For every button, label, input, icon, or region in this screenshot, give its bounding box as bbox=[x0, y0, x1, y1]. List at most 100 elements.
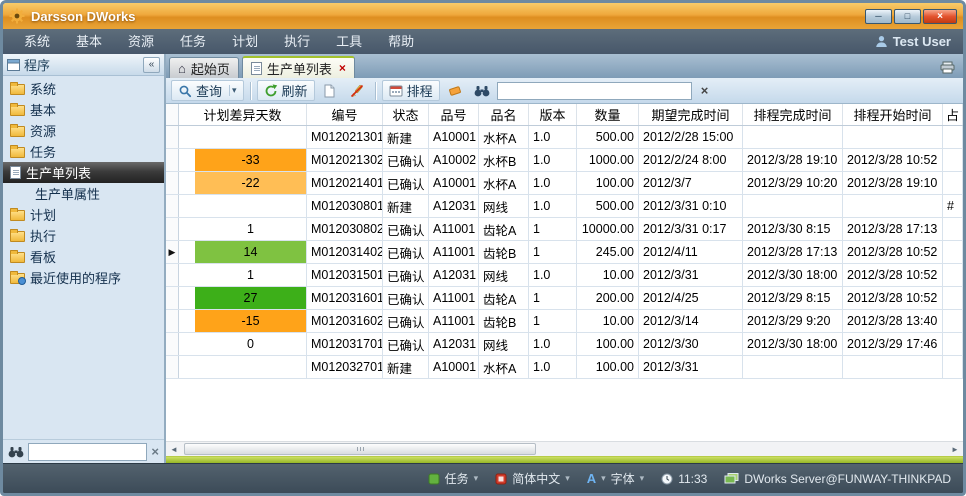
statusbar-server: DWorks Server@FUNWAY-THINKPAD bbox=[724, 472, 951, 486]
window-controls: ─ □ × bbox=[863, 9, 957, 24]
row-header-corner bbox=[166, 104, 179, 125]
new-document-button[interactable] bbox=[318, 80, 342, 101]
statusbar-language[interactable]: 简体中文 ▾ bbox=[495, 470, 570, 487]
folder-icon bbox=[10, 84, 25, 95]
maximize-button[interactable]: □ bbox=[894, 9, 921, 24]
app-body: 程序 « 系统基本资源任务生产单列表生产单属性计划执行看板最近使用的程序 × bbox=[3, 54, 963, 463]
column-header-占[interactable]: 占 bbox=[943, 104, 963, 125]
cell-占 bbox=[943, 241, 963, 263]
row-header-cell[interactable] bbox=[166, 310, 179, 332]
row-header-cell[interactable] bbox=[166, 172, 179, 194]
column-header-排程开始时间[interactable]: 排程开始时间 bbox=[843, 104, 943, 125]
edit-disabled-icon bbox=[350, 84, 364, 98]
font-dropdown-icon[interactable]: ▾ bbox=[640, 473, 645, 484]
row-header-cell[interactable] bbox=[166, 126, 179, 148]
menu-item-系统[interactable]: 系统 bbox=[11, 29, 63, 54]
user-area[interactable]: Test User bbox=[875, 34, 955, 49]
cell-编号: M012031501 bbox=[307, 264, 383, 286]
column-header-版本[interactable]: 版本 bbox=[529, 104, 577, 125]
grid-row[interactable]: -33M012021302已确认A10002水杯B1.01000.002012/… bbox=[166, 149, 963, 172]
tab-生产单列表[interactable]: 生产单列表× bbox=[242, 56, 355, 78]
statusbar-task[interactable]: 任务 ▾ bbox=[428, 470, 479, 487]
query-dropdown-icon[interactable]: ▾ bbox=[229, 85, 237, 96]
column-header-期望完成时间[interactable]: 期望完成时间 bbox=[639, 104, 743, 125]
sidebar-item-生产单列表[interactable]: 生产单列表 bbox=[3, 162, 164, 183]
refresh-button[interactable]: 刷新 bbox=[257, 80, 315, 101]
column-header-编号[interactable]: 编号 bbox=[307, 104, 383, 125]
toolbar-search-input[interactable] bbox=[497, 82, 692, 100]
menu-item-执行[interactable]: 执行 bbox=[271, 29, 323, 54]
sidebar-collapse-button[interactable]: « bbox=[143, 57, 160, 73]
grid-row[interactable]: 0M012031701已确认A12031网线1.0100.002012/3/30… bbox=[166, 333, 963, 356]
grid-row[interactable]: -22M012021401已确认A10001水杯A1.0100.002012/3… bbox=[166, 172, 963, 195]
server-label: DWorks Server@FUNWAY-THINKPAD bbox=[744, 472, 951, 486]
grid-row[interactable]: M012030801新建A12031网线1.0500.002012/3/31 0… bbox=[166, 195, 963, 218]
tab-起始页[interactable]: ⌂起始页 bbox=[169, 57, 239, 78]
cell-品名: 齿轮B bbox=[479, 241, 529, 263]
row-header-cell[interactable] bbox=[166, 218, 179, 240]
sidebar-item-资源[interactable]: 资源 bbox=[3, 120, 164, 141]
sidebar-item-基本[interactable]: 基本 bbox=[3, 99, 164, 120]
tab-close-icon[interactable]: × bbox=[339, 61, 346, 75]
schedule-button[interactable]: 排程 bbox=[382, 80, 440, 101]
toolbar-clear-icon[interactable]: × bbox=[695, 81, 715, 101]
menu-item-基本[interactable]: 基本 bbox=[63, 29, 115, 54]
task-dropdown-icon[interactable]: ▾ bbox=[474, 473, 479, 484]
sidebar-item-看板[interactable]: 看板 bbox=[3, 246, 164, 267]
column-header-状态[interactable]: 状态 bbox=[383, 104, 429, 125]
cell-品名: 水杯A bbox=[479, 126, 529, 148]
horizontal-scrollbar[interactable]: ◄ ► bbox=[166, 441, 963, 456]
eraser-button[interactable] bbox=[443, 80, 467, 101]
row-header-cell[interactable] bbox=[166, 149, 179, 171]
font-a-dropdown-icon[interactable]: ▾ bbox=[601, 473, 606, 484]
column-header-品号[interactable]: 品号 bbox=[429, 104, 479, 125]
row-header-cell[interactable] bbox=[166, 333, 179, 355]
grid-row[interactable]: 27M012031601已确认A11001齿轮A1200.002012/4/25… bbox=[166, 287, 963, 310]
printer-icon[interactable] bbox=[936, 61, 959, 74]
cell-版本: 1.0 bbox=[529, 356, 577, 378]
column-header-品名[interactable]: 品名 bbox=[479, 104, 529, 125]
grid-row[interactable]: -15M012031602已确认A11001齿轮B110.002012/3/14… bbox=[166, 310, 963, 333]
row-header-cell[interactable] bbox=[166, 264, 179, 286]
sidebar-item-计划[interactable]: 计划 bbox=[3, 204, 164, 225]
row-header-cell[interactable] bbox=[166, 195, 179, 217]
menu-item-工具[interactable]: 工具 bbox=[323, 29, 375, 54]
cell-版本: 1 bbox=[529, 241, 577, 263]
sidebar-item-最近使用的程序[interactable]: 最近使用的程序 bbox=[3, 267, 164, 288]
cell-占 bbox=[943, 126, 963, 148]
row-header-cell[interactable] bbox=[166, 356, 179, 378]
scroll-right-icon[interactable]: ► bbox=[947, 442, 963, 456]
menu-item-资源[interactable]: 资源 bbox=[115, 29, 167, 54]
menu-item-帮助[interactable]: 帮助 bbox=[375, 29, 427, 54]
menu-item-计划[interactable]: 计划 bbox=[219, 29, 271, 54]
sidebar-search-clear-icon[interactable]: × bbox=[151, 444, 159, 459]
find-button[interactable] bbox=[470, 80, 494, 101]
edit-button[interactable] bbox=[345, 80, 369, 101]
minimize-button[interactable]: ─ bbox=[865, 9, 892, 24]
window-title: Darsson DWorks bbox=[31, 9, 136, 24]
scrollbar-track[interactable] bbox=[182, 442, 947, 456]
grid-row[interactable]: 1M012031501已确认A12031网线1.010.002012/3/312… bbox=[166, 264, 963, 287]
statusbar-font[interactable]: A ▾ 字体 ▾ bbox=[587, 470, 644, 487]
sidebar-item-生产单属性[interactable]: 生产单属性 bbox=[3, 183, 164, 204]
column-header-排程完成时间[interactable]: 排程完成时间 bbox=[743, 104, 843, 125]
close-button[interactable]: × bbox=[923, 9, 957, 24]
sidebar-search-input[interactable] bbox=[28, 443, 147, 461]
grid-row[interactable]: M012021301新建A10001水杯A1.0500.002012/2/28 … bbox=[166, 126, 963, 149]
grid-row[interactable]: ▶14M012031402已确认A11001齿轮B1245.002012/4/1… bbox=[166, 241, 963, 264]
language-dropdown-icon[interactable]: ▾ bbox=[565, 473, 570, 484]
sidebar-item-系统[interactable]: 系统 bbox=[3, 78, 164, 99]
sidebar-item-执行[interactable]: 执行 bbox=[3, 225, 164, 246]
scrollbar-thumb[interactable] bbox=[184, 443, 536, 455]
grid-row[interactable]: M012032701新建A10001水杯A1.0100.002012/3/31 bbox=[166, 356, 963, 379]
column-header-数量[interactable]: 数量 bbox=[577, 104, 639, 125]
sidebar-item-任务[interactable]: 任务 bbox=[3, 141, 164, 162]
grid-row[interactable]: 1M012030802已确认A11001齿轮A110000.002012/3/3… bbox=[166, 218, 963, 241]
scroll-left-icon[interactable]: ◄ bbox=[166, 442, 182, 456]
query-button[interactable]: 查询 ▾ bbox=[171, 80, 244, 101]
row-header-cell[interactable]: ▶ bbox=[166, 241, 179, 263]
row-header-cell[interactable] bbox=[166, 287, 179, 309]
menu-item-任务[interactable]: 任务 bbox=[167, 29, 219, 54]
cell-编号: M012032701 bbox=[307, 356, 383, 378]
column-header-计划差异天数[interactable]: 计划差异天数 bbox=[179, 104, 307, 125]
